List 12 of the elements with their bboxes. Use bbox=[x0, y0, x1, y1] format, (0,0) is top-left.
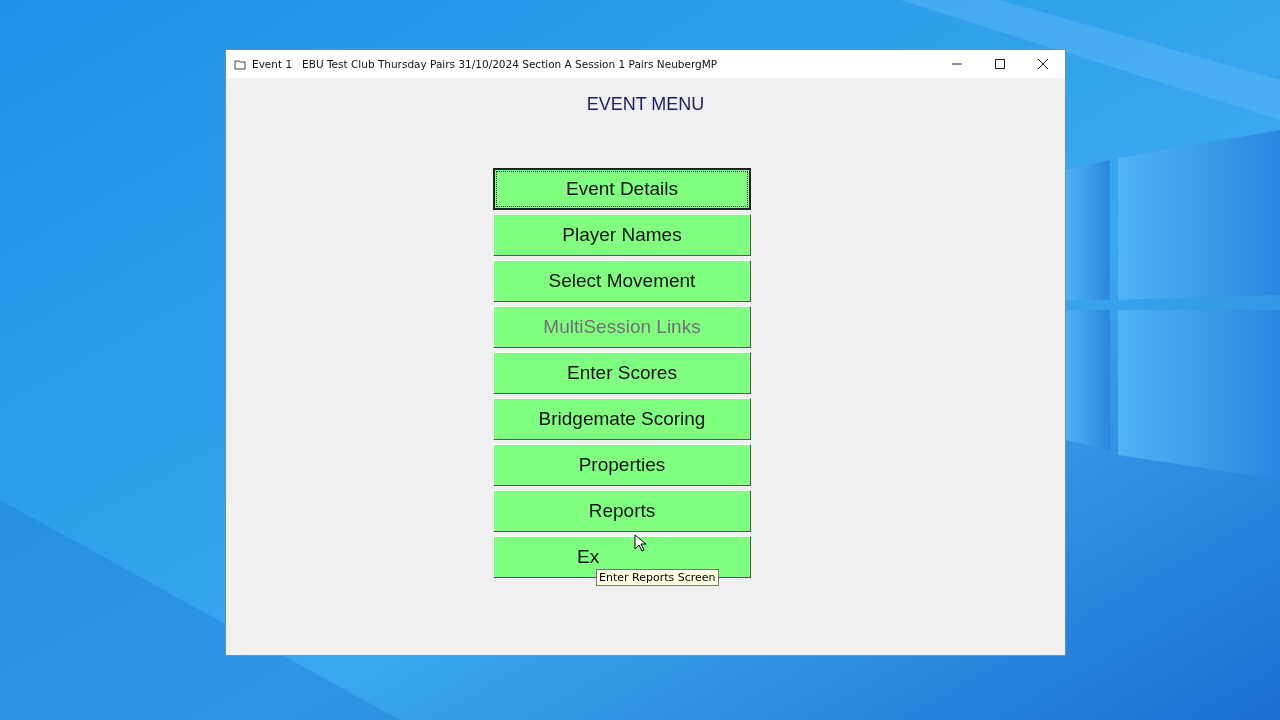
menu-heading: EVENT MENU bbox=[586, 94, 705, 115]
menu-button[interactable]: Bridgemate Scoring bbox=[493, 398, 751, 440]
cursor-icon bbox=[634, 534, 646, 552]
menu-button[interactable]: Reports bbox=[493, 490, 751, 532]
window-icon bbox=[234, 58, 246, 70]
tooltip: Enter Reports Screen bbox=[596, 569, 719, 586]
window-title: Event 1 EBU Test Club Thursday Pairs 31/10/2024 Section A Session 1 Pairs NeubergMP bbox=[252, 58, 718, 70]
menu-button[interactable]: Event Details bbox=[493, 168, 751, 210]
menu-button[interactable]: Enter Scores bbox=[493, 352, 751, 394]
menu-button[interactable]: Properties bbox=[493, 444, 751, 486]
menu-button[interactable]: Player Names bbox=[493, 214, 751, 256]
menu-button[interactable]: Select Movement bbox=[493, 260, 751, 302]
